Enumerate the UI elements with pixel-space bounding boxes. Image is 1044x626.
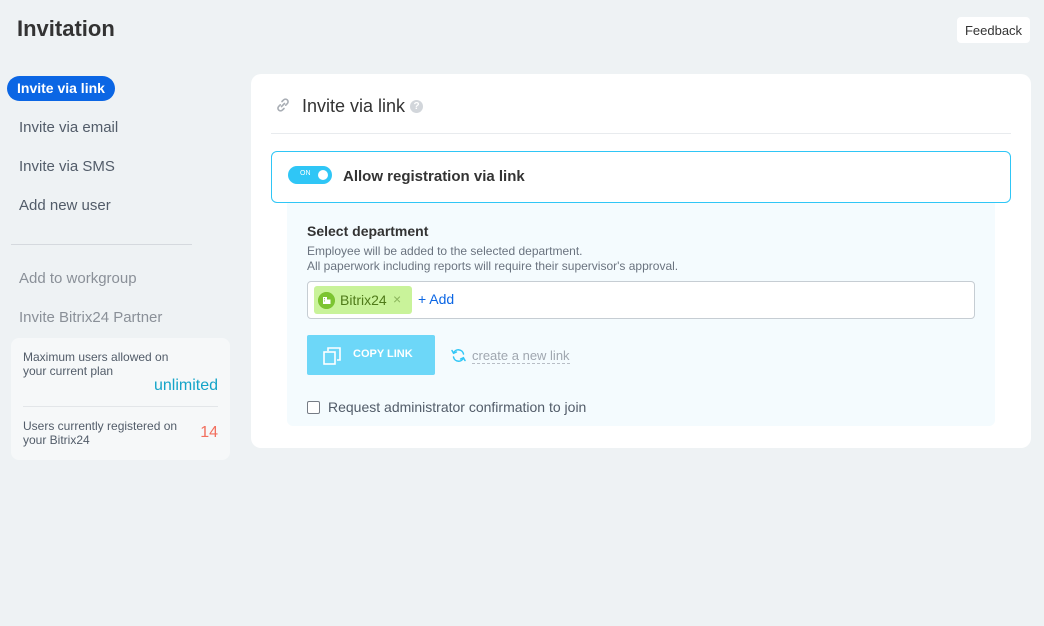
department-icon [318, 292, 335, 309]
max-users-label: Maximum users allowed on your current pl… [23, 350, 169, 378]
card-header: Invite via link ? [271, 94, 1011, 134]
sidebar-item-invite-sms[interactable]: Invite via SMS [19, 158, 115, 175]
registration-toggle-label: Allow registration via link [343, 168, 525, 185]
admin-confirmation-checkbox[interactable] [307, 401, 320, 414]
department-tag: Bitrix24 × [314, 286, 412, 314]
department-title: Select department [307, 223, 429, 239]
refresh-icon[interactable] [451, 348, 466, 363]
sidebar-item-add-user[interactable]: Add new user [19, 197, 111, 214]
plan-stats: Maximum users allowed on your current pl… [11, 338, 230, 460]
department-description-line2: All paperwork including reports will req… [307, 259, 679, 273]
department-description-line1: Employee will be added to the selected d… [307, 244, 583, 258]
registered-users-value: 14 [200, 424, 218, 441]
max-users-value: unlimited [153, 377, 218, 394]
department-panel: Select department Employee will be added… [287, 203, 995, 426]
registration-toggle-switch[interactable]: ON [288, 166, 332, 184]
copy-icon [323, 347, 341, 365]
sidebar-item-invite-link[interactable]: Invite via link [7, 76, 115, 101]
invite-link-card: Invite via link ? ON Allow registration … [251, 74, 1031, 448]
page-title: Invitation [17, 16, 115, 41]
toggle-knob [318, 170, 328, 180]
registration-toggle-row: ON Allow registration via link [271, 151, 1011, 203]
sidebar-divider [11, 244, 192, 245]
copy-link-button[interactable]: COPY LINK [307, 335, 435, 375]
sidebar-item-invite-partner[interactable]: Invite Bitrix24 Partner [19, 309, 162, 326]
sidebar-item-add-workgroup[interactable]: Add to workgroup [19, 270, 137, 287]
create-new-link[interactable]: create a new link [472, 348, 570, 364]
link-icon [277, 98, 289, 112]
help-icon[interactable]: ? [410, 100, 423, 113]
card-title: Invite via link [302, 96, 406, 116]
add-department-link[interactable]: + Add [418, 291, 454, 307]
toggle-state-text: ON [300, 170, 311, 177]
feedback-button[interactable]: Feedback [957, 17, 1030, 43]
admin-confirmation-label[interactable]: Request administrator confirmation to jo… [328, 399, 586, 415]
stats-divider [23, 406, 218, 407]
sidebar-item-invite-email[interactable]: Invite via email [19, 119, 118, 136]
department-selector[interactable]: Bitrix24 × + Add [307, 281, 975, 319]
copy-link-label: COPY LINK [353, 348, 413, 360]
department-tag-label: Bitrix24 [340, 292, 387, 308]
registered-users-label: Users currently registered on your Bitri… [23, 419, 178, 447]
remove-tag-icon[interactable]: × [393, 291, 401, 307]
